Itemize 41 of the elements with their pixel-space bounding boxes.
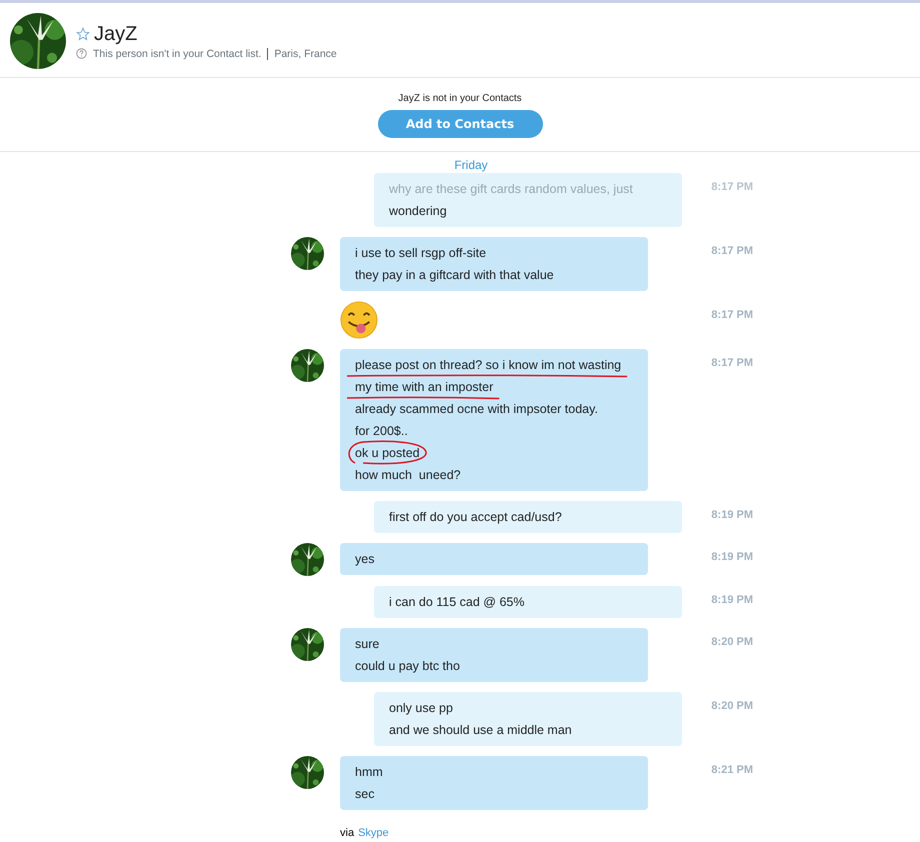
message-text: why are these gift cards random values, just bbox=[389, 181, 633, 198]
add-to-contacts-button[interactable]: Add to Contacts bbox=[378, 110, 542, 138]
contact-status: This person isn't in your Contact list. bbox=[93, 48, 262, 60]
message-text: sure bbox=[355, 636, 380, 653]
via-text: via bbox=[340, 827, 354, 839]
message-text: how much uneed? bbox=[355, 467, 461, 484]
help-icon bbox=[76, 48, 87, 59]
message-text: ok u posted bbox=[355, 442, 420, 464]
message-time: 8:19 PM bbox=[710, 508, 753, 521]
day-label: Friday bbox=[454, 158, 488, 172]
message-time: 8:21 PM bbox=[710, 763, 753, 776]
message-text: hmm bbox=[355, 764, 383, 781]
message-time: 8:17 PM bbox=[710, 180, 753, 193]
message-text: for 200$.. bbox=[355, 423, 408, 440]
message-time: 8:20 PM bbox=[710, 699, 753, 712]
contact-location: Paris, France bbox=[274, 48, 337, 60]
message-text: could u pay btc tho bbox=[355, 658, 460, 675]
message-text: yes bbox=[355, 551, 374, 568]
message-time: 8:19 PM bbox=[710, 550, 753, 563]
message-text: please post on thread? so i know im not wasting bbox=[355, 354, 622, 376]
skype-link[interactable]: Skype bbox=[358, 827, 389, 839]
message-time: 8:19 PM bbox=[710, 593, 753, 606]
message-time: 8:17 PM bbox=[710, 244, 753, 257]
message-text: only use pp bbox=[389, 700, 453, 717]
contact-name: JayZ bbox=[94, 22, 138, 46]
message-text: wondering bbox=[389, 203, 447, 220]
message-text: they pay in a giftcard with that value bbox=[355, 267, 554, 284]
message-time: 8:17 PM bbox=[710, 308, 753, 321]
message-text: sec bbox=[355, 786, 374, 803]
message-text: i can do 115 cad @ 65% bbox=[389, 594, 524, 611]
message-time: 8:17 PM bbox=[710, 356, 753, 369]
separator-icon bbox=[267, 48, 268, 60]
message-text: my time with an imposter bbox=[355, 376, 494, 398]
message-text: and we should use a middle man bbox=[389, 722, 572, 739]
message-text: first off do you accept cad/usd? bbox=[389, 509, 562, 526]
favorite-star-icon[interactable] bbox=[76, 27, 90, 41]
message-text: i use to sell rsgp off-site bbox=[355, 245, 486, 262]
message-time: 8:20 PM bbox=[710, 635, 753, 648]
message-text: already scammed ocne with impsoter today. bbox=[355, 401, 598, 418]
tongue-emoji-icon bbox=[340, 301, 378, 339]
not-in-contacts-text: JayZ is not in your Contacts bbox=[398, 93, 522, 104]
